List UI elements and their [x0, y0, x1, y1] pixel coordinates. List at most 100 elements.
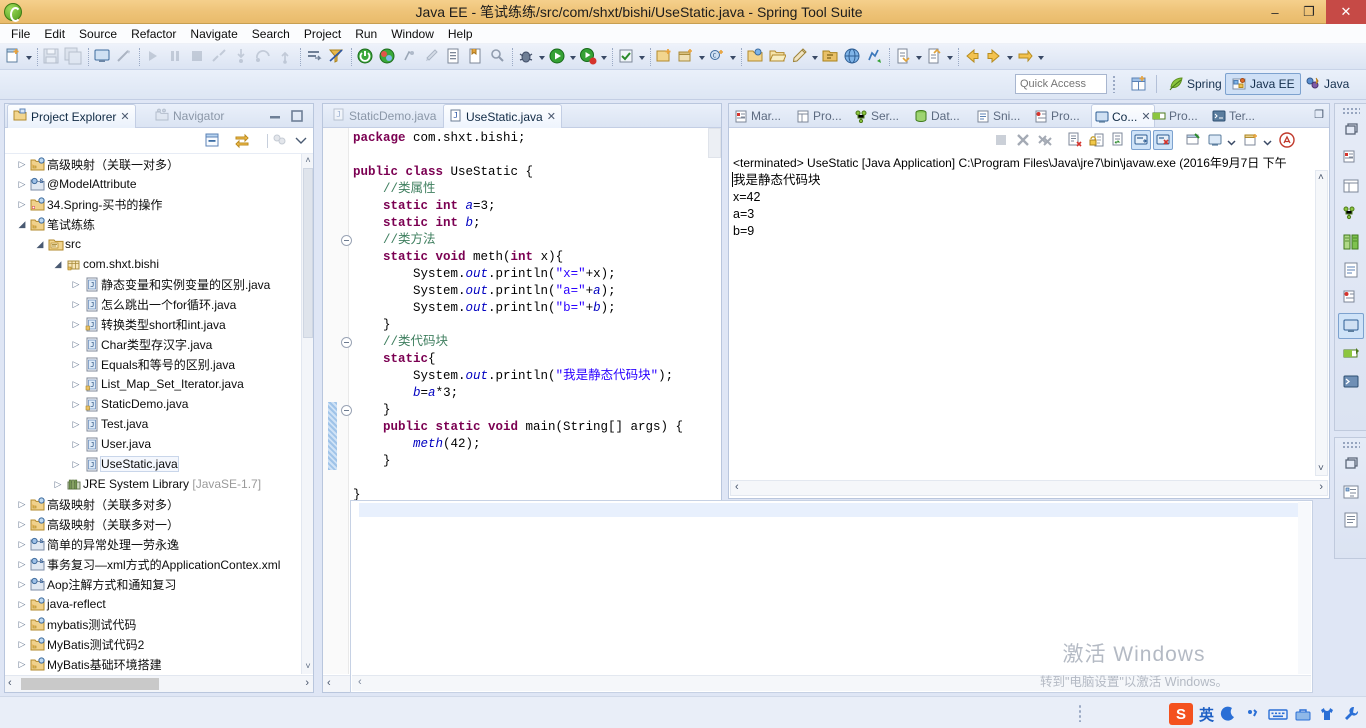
expand-arrow-icon[interactable] [15, 539, 29, 550]
web-browser-icon[interactable] [843, 47, 863, 67]
restore-button[interactable]: ❐ [1292, 0, 1326, 24]
tree-vscroll-thumb[interactable] [303, 168, 313, 338]
scroll-up-arrow[interactable]: ˄ [303, 155, 313, 167]
tree-item[interactable]: 笔试练练 [5, 214, 301, 234]
edit-icon[interactable] [790, 47, 810, 67]
pin-console-icon[interactable] [1183, 130, 1203, 150]
tab-usestatic-java[interactable]: J UseStatic.java ✕ [443, 104, 562, 128]
annotation-icon[interactable] [821, 47, 841, 67]
console-horizontal-scrollbar[interactable]: ‹ › [730, 480, 1328, 496]
open-console-icon[interactable] [1241, 130, 1261, 150]
hscroll-left-arrow[interactable]: ‹ [327, 677, 331, 689]
editor-vertical-scrollbar[interactable] [708, 128, 721, 158]
scroll-down-arrow[interactable]: ˅ [303, 661, 313, 673]
new-package-icon[interactable] [677, 47, 697, 67]
forward-icon[interactable] [985, 47, 1005, 67]
forward-nav-icon[interactable] [1016, 47, 1036, 67]
expand-arrow-icon[interactable] [69, 419, 83, 430]
ime-punctuation-icon[interactable] [1244, 705, 1262, 723]
markers-icon[interactable] [1338, 145, 1364, 171]
terminate-icon[interactable] [188, 47, 208, 67]
remove-all-terminated-icon[interactable] [1035, 130, 1055, 150]
tree-item[interactable]: com.shxt.bishi [5, 254, 301, 274]
perspective-spring[interactable]: Spring [1163, 73, 1227, 95]
data-source-explorer-icon[interactable] [1338, 229, 1364, 255]
collapse-arrow-icon[interactable] [51, 259, 65, 270]
step-return-icon[interactable] [276, 47, 296, 67]
console-tab-8[interactable]: Ter... [1209, 104, 1258, 127]
open-type-icon[interactable] [444, 47, 464, 67]
console-tab-1[interactable]: Pro... [793, 104, 845, 127]
expand-arrow-icon[interactable] [69, 339, 83, 350]
fold-collapse-icon[interactable] [341, 235, 352, 246]
open-perspective-icon[interactable] [1128, 73, 1150, 95]
close-button[interactable]: ✕ [1326, 0, 1366, 24]
expand-arrow-icon[interactable] [15, 519, 29, 530]
clear-console-icon[interactable] [1065, 130, 1085, 150]
expand-arrow-icon[interactable] [69, 399, 83, 410]
new-wizard-icon[interactable] [4, 47, 24, 67]
tree-vertical-scrollbar[interactable]: ˄ ˅ [301, 154, 313, 674]
restore-icon[interactable] [1338, 117, 1364, 143]
search-icon[interactable] [488, 47, 508, 67]
menu-window[interactable]: Window [384, 25, 441, 43]
scroll-lock-icon[interactable] [1087, 130, 1107, 150]
profile-icon[interactable] [865, 47, 885, 67]
expand-arrow-icon[interactable] [15, 579, 29, 590]
validate-icon[interactable] [617, 47, 637, 67]
tree-item[interactable]: mybatis测试代码 [5, 614, 301, 634]
quick-access-input[interactable] [1015, 74, 1107, 94]
problems-icon[interactable] [1338, 285, 1364, 311]
dropdown-arrow[interactable] [600, 47, 609, 67]
next-annotation-icon[interactable] [894, 47, 914, 67]
tab-navigator[interactable]: Navigator [150, 104, 229, 128]
progress-icon[interactable] [1338, 341, 1364, 367]
expand-arrow-icon[interactable] [15, 179, 29, 190]
console-tab-5[interactable]: Pro... [1031, 104, 1083, 127]
resume-icon[interactable] [144, 47, 164, 67]
hscroll-left-arrow[interactable]: ‹ [8, 677, 12, 689]
hscroll-right-arrow[interactable]: › [305, 677, 309, 689]
tree-item[interactable]: S@ModelAttribute [5, 174, 301, 194]
hscroll-left-arrow[interactable]: ‹ [358, 676, 362, 688]
skip-breakpoints-icon[interactable] [327, 47, 347, 67]
toolbar-drag-handle[interactable] [1112, 75, 1116, 93]
step-into-icon[interactable] [232, 47, 252, 67]
menu-edit[interactable]: Edit [37, 25, 72, 43]
minimize-button[interactable]: – [1258, 0, 1292, 24]
servers-icon[interactable] [1338, 201, 1364, 227]
display-selected-console-icon[interactable] [1205, 130, 1225, 150]
open-task-icon[interactable] [466, 47, 486, 67]
dropdown-arrow[interactable] [811, 47, 820, 67]
maximize-icon[interactable] [289, 108, 305, 124]
tree-item[interactable]: 高级映射（关联多对多） [5, 494, 301, 514]
tree-horizontal-scrollbar[interactable]: ‹ › [5, 675, 313, 692]
start-server-icon[interactable] [356, 47, 376, 67]
expand-arrow-icon[interactable] [15, 619, 29, 630]
expand-arrow-icon[interactable] [69, 379, 83, 390]
expand-arrow-icon[interactable] [15, 199, 29, 210]
tree-item[interactable]: SAop注解方式和通知复习 [5, 574, 301, 594]
task-list-icon[interactable] [1338, 507, 1364, 533]
collapse-all-icon[interactable] [203, 131, 221, 152]
console-tab-3[interactable]: Dat... [911, 104, 963, 127]
outline-icon[interactable] [1338, 479, 1364, 505]
collapse-arrow-icon[interactable] [15, 219, 29, 230]
tree-item[interactable]: 高级映射（关联一对多） [5, 154, 301, 174]
new-java-project-icon[interactable] [655, 47, 675, 67]
dropdown-arrow[interactable] [698, 47, 707, 67]
fast-view-drag-handle[interactable] [1341, 107, 1360, 115]
tree-item[interactable]: src [5, 234, 301, 254]
tree-item[interactable]: MyBatis测试代码2 [5, 634, 301, 654]
secondary-vertical-scrollbar[interactable] [1298, 502, 1311, 674]
dropdown-arrow[interactable] [569, 47, 578, 67]
dropdown-arrow[interactable] [538, 47, 547, 67]
back-icon[interactable] [963, 47, 983, 67]
dropdown-arrow[interactable] [1227, 136, 1236, 146]
link-with-editor-icon[interactable] [233, 131, 251, 152]
tree-hscroll-thumb[interactable] [21, 678, 159, 690]
tree-item[interactable]: JRE System Library [JavaSE-1.7] [5, 474, 301, 494]
coverage-icon[interactable] [400, 47, 420, 67]
properties-icon[interactable] [1338, 173, 1364, 199]
menu-project[interactable]: Project [297, 25, 348, 43]
